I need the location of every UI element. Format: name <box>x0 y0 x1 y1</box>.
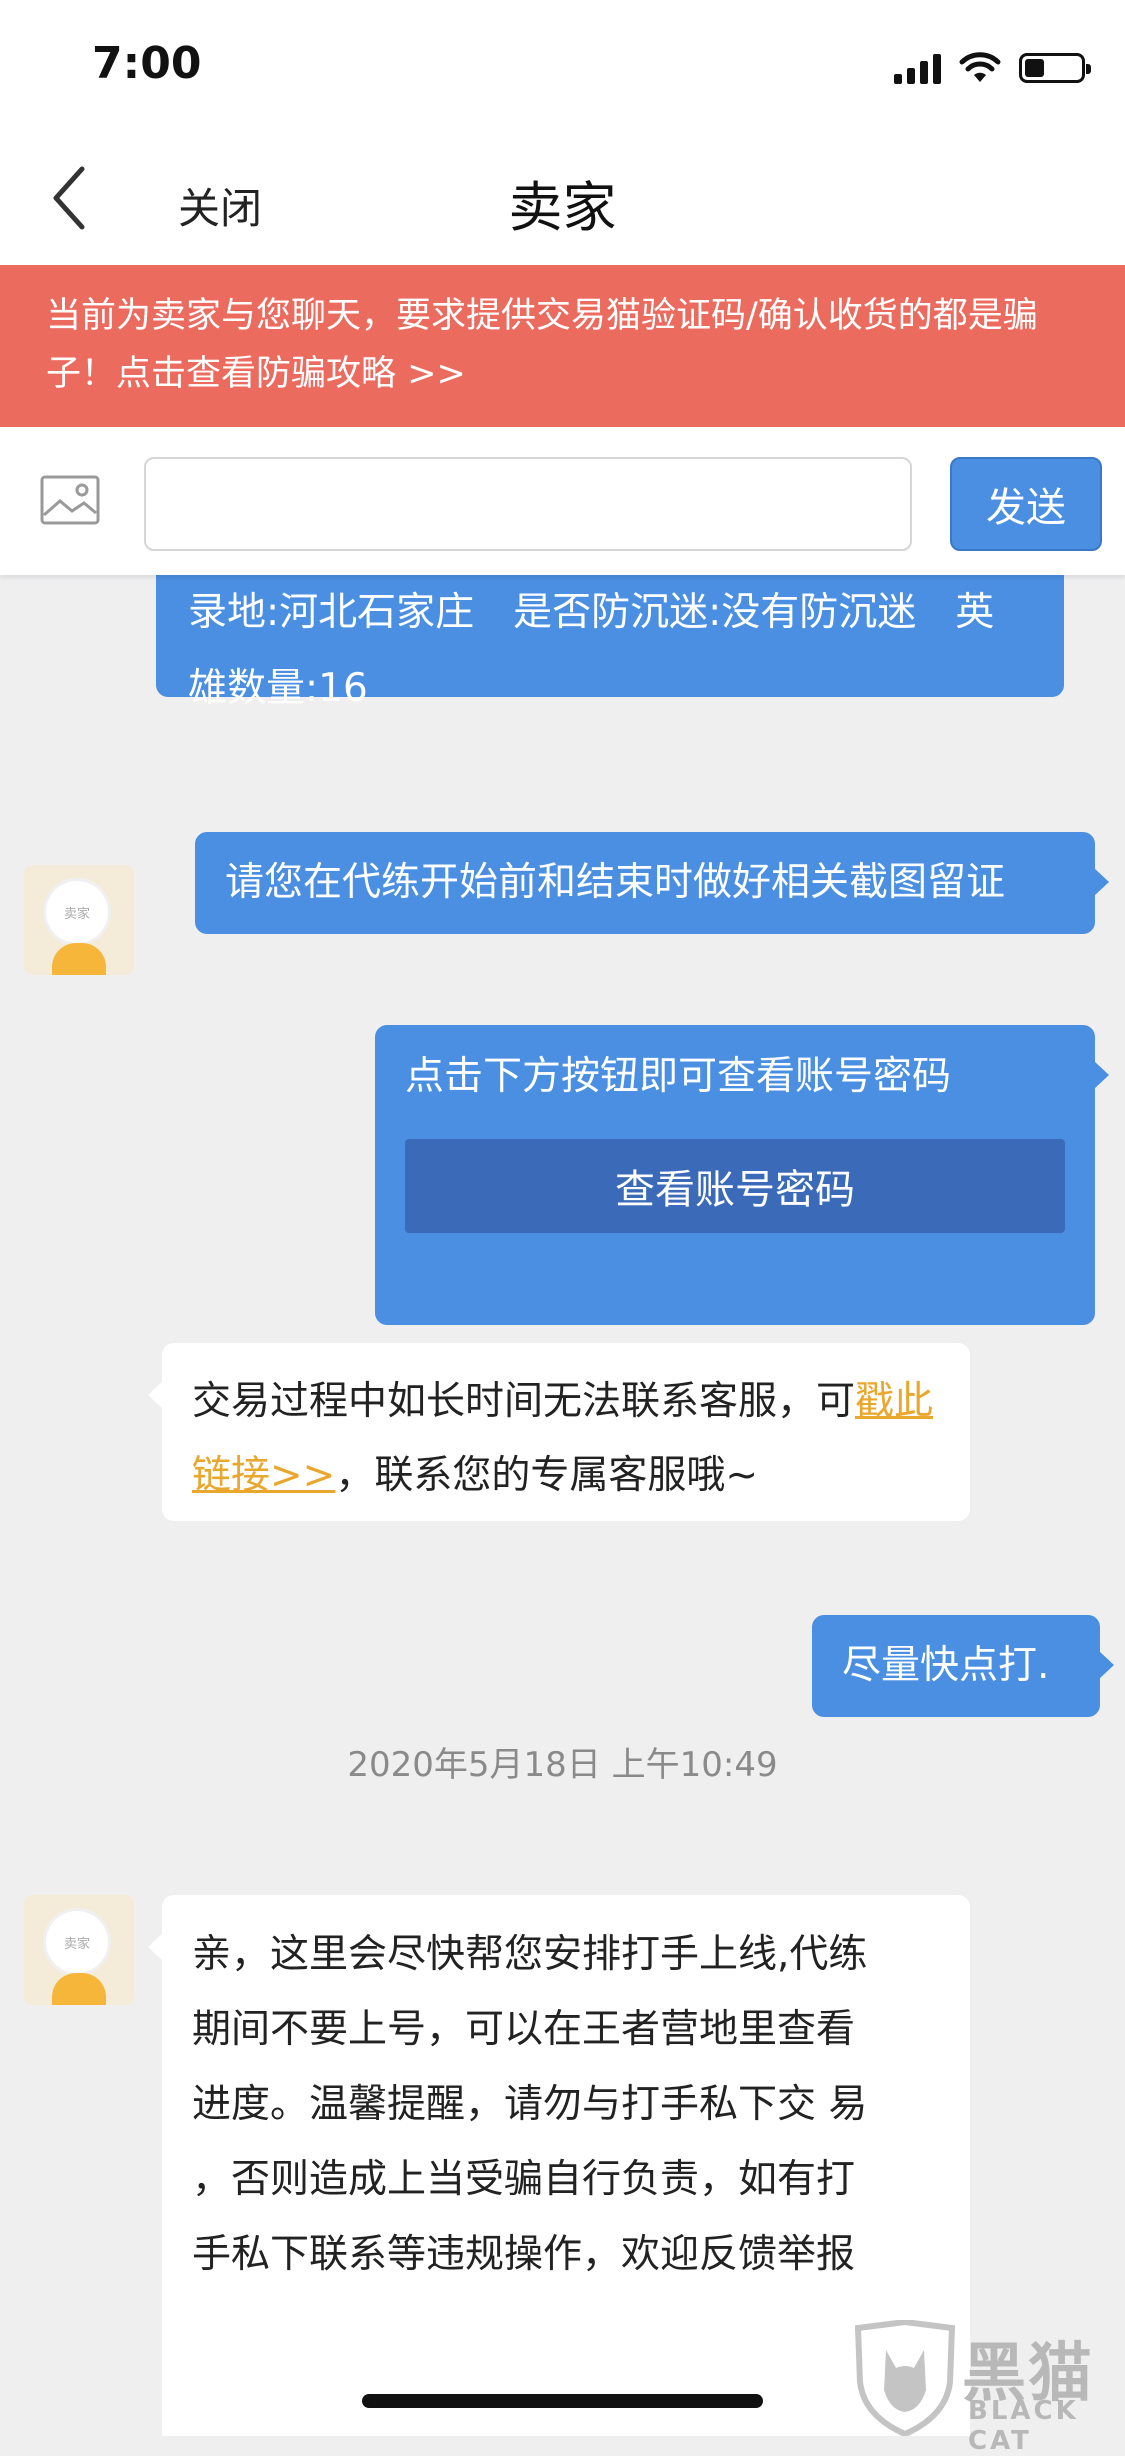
user-message-bubble: 录地:河北石家庄 是否防沉迷:没有防沉迷 英雄数量:16 <box>156 575 1064 711</box>
avatar[interactable]: 卖家 <box>24 865 134 975</box>
battery-level <box>1025 59 1044 77</box>
user-message-bubble: 请您在代练开始前和结束时做好相关截图留证 <box>195 832 1109 934</box>
avatar-face: 卖家 <box>46 1911 108 1973</box>
watermark-subtitle: BLACK CAT <box>968 2396 1079 2456</box>
status-time: 7:00 <box>92 38 202 89</box>
message-text: ，联系您的专属客服哦~ <box>335 1453 759 1498</box>
message-text: 请您在代练开始前和结束时做好相关截图留证 <box>225 860 1006 905</box>
battery-icon <box>1019 53 1091 83</box>
avatar-label: 卖家 <box>63 907 90 922</box>
message-text: 尽量快点打. <box>842 1643 1050 1688</box>
seller-message-bubble: 交易过程中如长时间无法联系客服，可戳此链接>>，联系您的专属客服哦~ <box>148 1343 970 1521</box>
nav-bar: 关闭 卖家 <box>0 135 1125 265</box>
signal-icon <box>894 52 941 84</box>
cat-shield-logo-icon <box>854 2320 956 2436</box>
chat-message-list[interactable]: 录地:河北石家庄 是否防沉迷:没有防沉迷 英雄数量:16 请您在代练开始前和结束… <box>0 575 1125 2436</box>
avatar-label: 卖家 <box>63 1937 90 1952</box>
chevron-left-icon[interactable] <box>44 163 94 233</box>
view-account-password-button[interactable]: 查看账号密码 <box>405 1139 1065 1233</box>
message-timestamp: 2020年5月18日 上午10:49 <box>347 1745 778 1785</box>
warning-line-2: 子！点击查看防骗攻略 >> <box>46 354 466 394</box>
message-line: 期间不要上号，可以在王者营地里查看 <box>192 2007 856 2052</box>
black-cat-watermark: 黑猫 BLACK CAT <box>850 2320 1125 2456</box>
message-line: ，否则造成上当受骗自行负责，如有打 <box>192 2157 856 2202</box>
user-message-bubble: 点击下方按钮即可查看账号密码 查看账号密码 <box>375 1025 1109 1325</box>
image-icon[interactable] <box>40 475 100 525</box>
message-text: 录地:河北石家庄 是否防沉迷:没有防沉迷 英雄数量:16 <box>188 590 995 711</box>
seller-message-bubble: 亲，这里会尽快帮您安排打手上线,代练 期间不要上号，可以在王者营地里查看 进度。… <box>148 1895 970 2436</box>
anti-fraud-warning-banner[interactable]: 当前为卖家与您聊天，要求提供交易猫验证码/确认收货的都是骗 子！点击查看防骗攻略… <box>0 265 1125 427</box>
status-icons <box>894 48 1091 88</box>
message-line: 亲，这里会尽快帮您安排打手上线,代练 <box>192 1932 868 1977</box>
page-title: 卖家 <box>508 176 617 239</box>
status-bar: 7:00 <box>0 0 1125 135</box>
message-line: 手私下联系等违规操作，欢迎反馈举报 <box>192 2232 856 2277</box>
warning-line-1: 当前为卖家与您聊天，要求提供交易猫验证码/确认收货的都是骗 <box>46 296 1038 336</box>
message-line: 进度。温馨提醒，请勿与打手私下交 易 <box>192 2082 868 2127</box>
wifi-icon <box>959 52 1001 82</box>
close-button[interactable]: 关闭 <box>178 175 262 236</box>
send-button[interactable]: 发送 <box>950 457 1102 551</box>
message-input-bar: 发送 <box>0 427 1125 575</box>
avatar[interactable]: 卖家 <box>24 1895 134 2005</box>
message-input[interactable] <box>144 457 912 551</box>
message-text: 点击下方按钮即可查看账号密码 <box>405 1054 952 1099</box>
message-text: 交易过程中如长时间无法联系客服，可 <box>192 1379 856 1424</box>
home-indicator[interactable] <box>362 2394 763 2408</box>
user-message-bubble: 尽量快点打. <box>812 1615 1114 1717</box>
avatar-face: 卖家 <box>46 881 108 943</box>
